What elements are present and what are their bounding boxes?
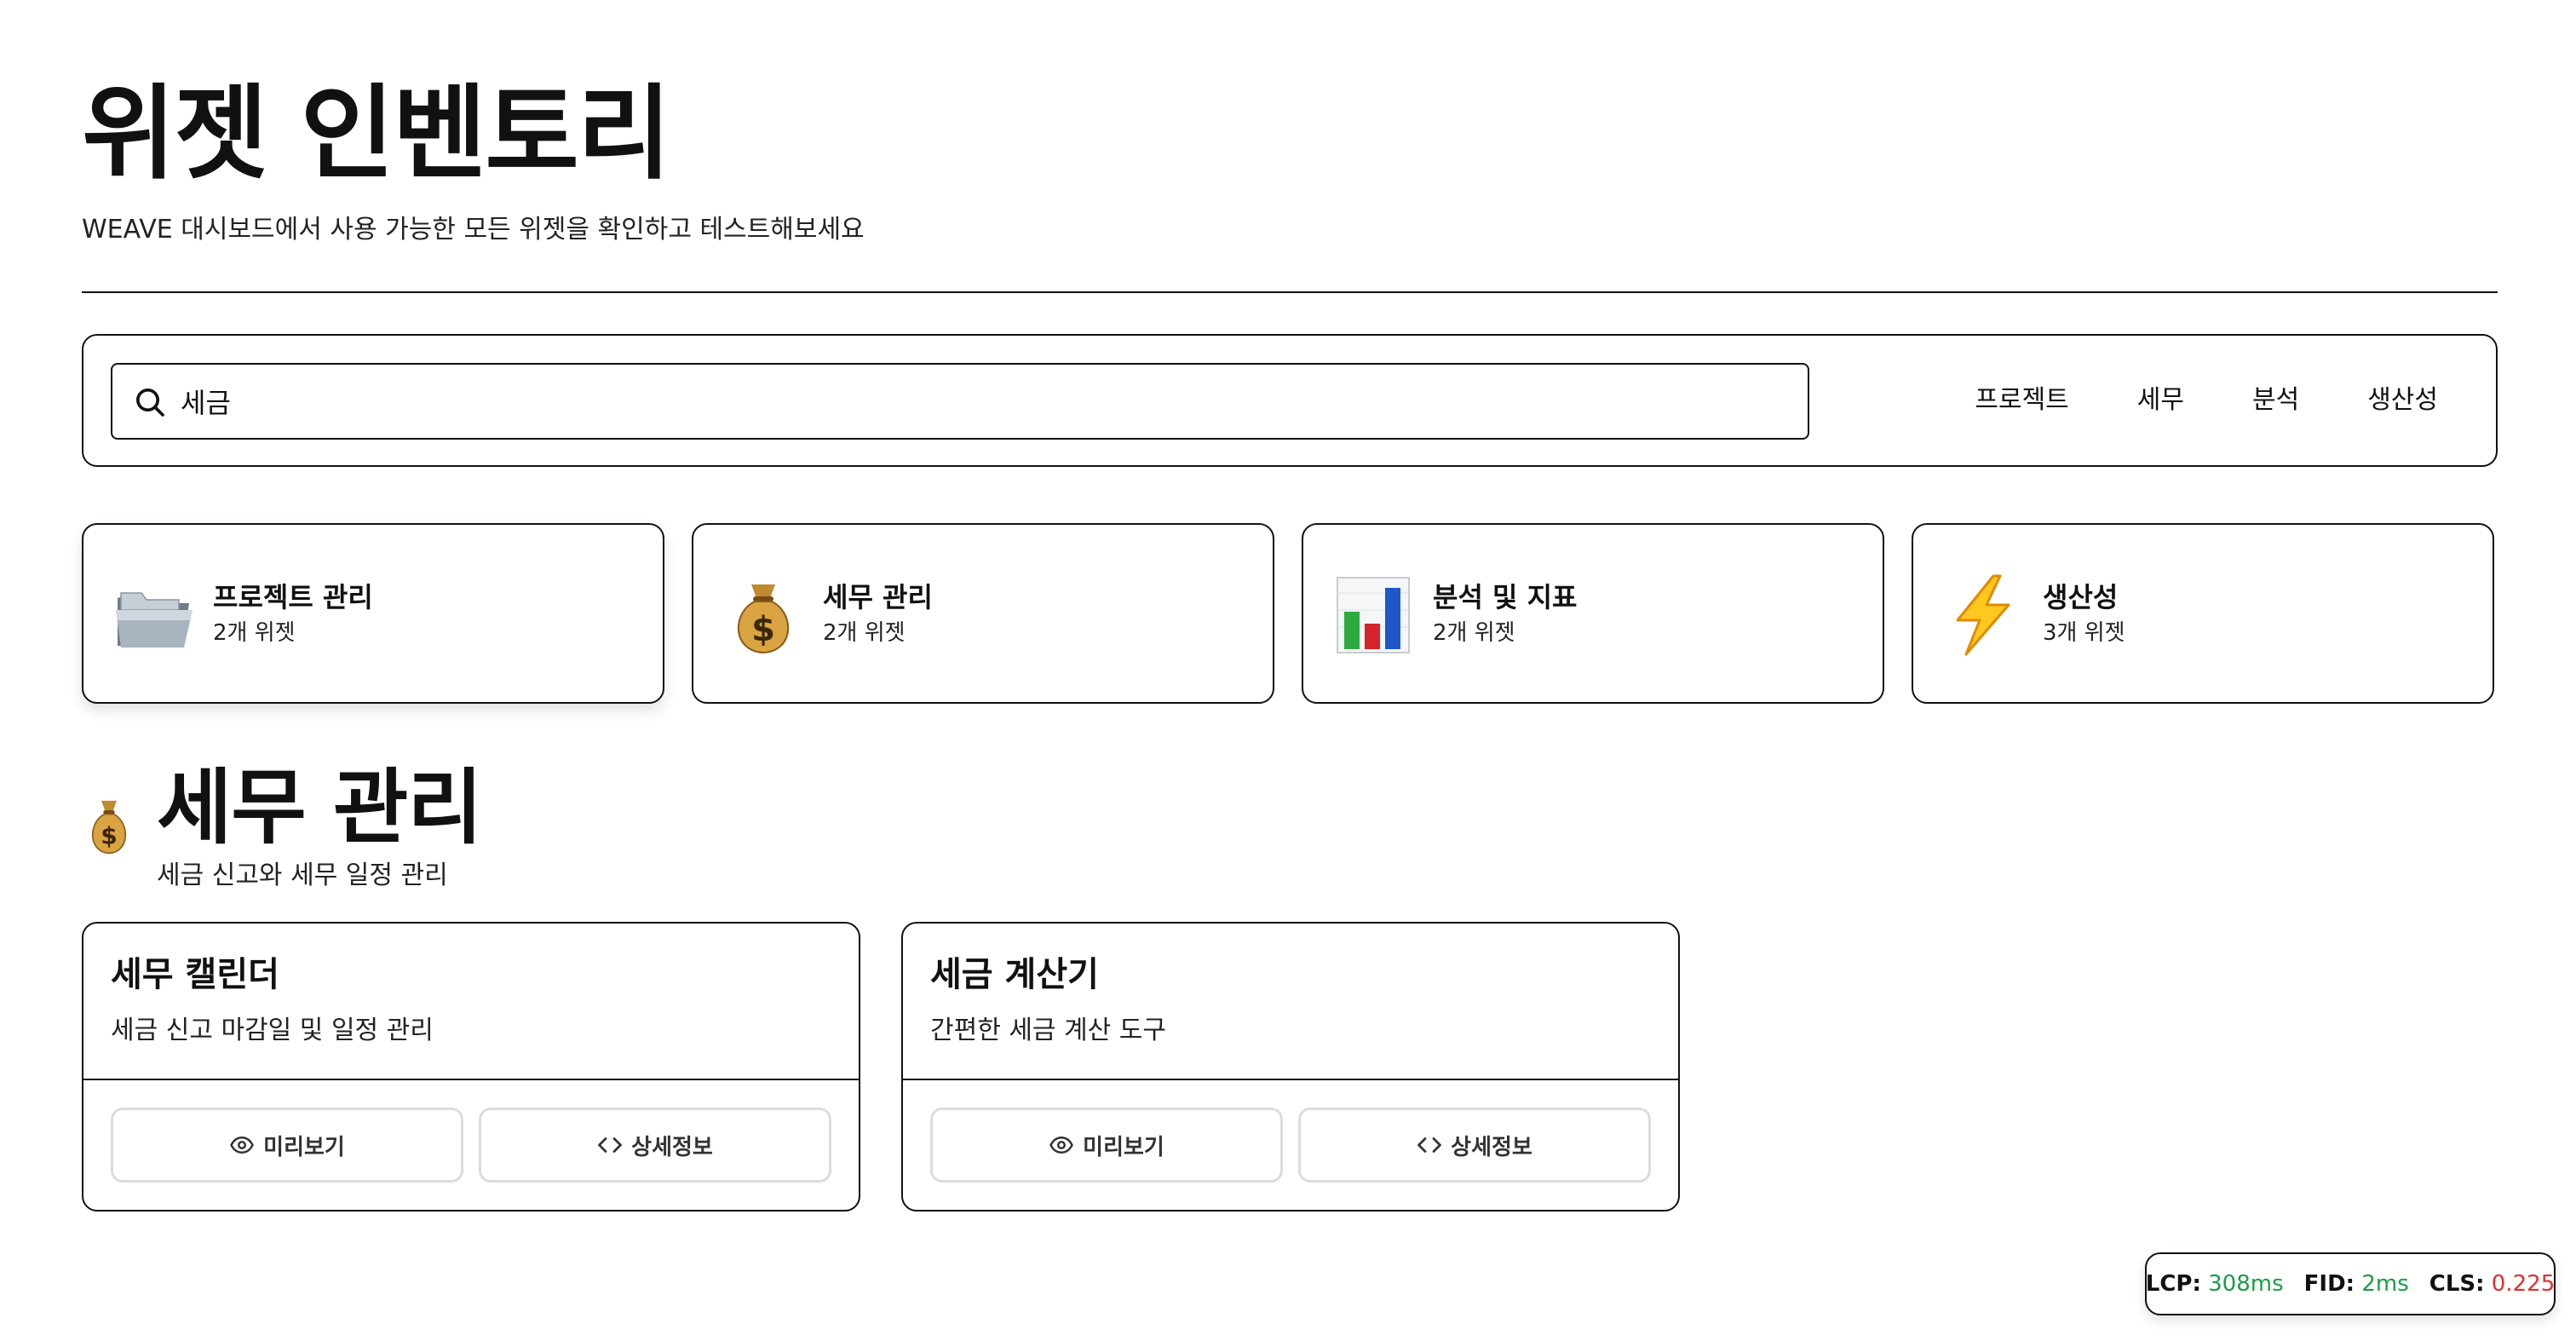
filter-tab-analytics[interactable]: 분석 [2218,370,2333,431]
widget-description: 간편한 세금 계산 도구 [930,1016,1167,1045]
fid-label: FID: [2303,1271,2355,1297]
page-subtitle: WEAVE 대시보드에서 사용 가능한 모든 위젯을 확인하고 테스트해보세요 [82,215,865,245]
search-icon [136,388,164,417]
category-name: 분석 및 지표 [1433,581,1578,613]
svg-text:$: $ [751,610,775,649]
cls-metric: CLS: 0.225 [2429,1271,2555,1297]
eye-icon [1049,1136,1074,1154]
filter-tab-project[interactable]: 프로젝트 [1941,370,2102,431]
cls-value: 0.225 [2491,1271,2556,1297]
preview-button[interactable]: 미리보기 [930,1108,1283,1183]
category-name: 프로젝트 관리 [213,581,373,613]
widget-title: 세금 계산기 [930,955,1099,994]
lcp-metric: LCP: 308ms [2146,1271,2284,1297]
filter-tab-tax[interactable]: 세무 [2103,370,2218,431]
preview-button[interactable]: 미리보기 [111,1108,463,1183]
money-bag-icon: $ [737,584,790,654]
page: 위젯 인벤토리 WEAVE 대시보드에서 사용 가능한 모든 위젯을 확인하고 … [0,0,2576,1341]
widget-card-tax-calendar: 세무 캘린더 세금 신고 마감일 및 일정 관리 미리보기 상세정보 [82,922,860,1212]
category-count: 2개 위젯 [1433,620,1515,646]
eye-icon [230,1136,255,1154]
lcp-label: LCP: [2145,1271,2201,1297]
filter-tab-productivity[interactable]: 생산성 [2333,370,2453,431]
folder-icon [116,592,193,647]
page-title: 위젯 인벤토리 [82,75,671,193]
details-button[interactable]: 상세정보 [1298,1108,1651,1183]
bar-chart-icon [1337,577,1410,653]
search-input[interactable] [181,377,1782,426]
search-panel: 프로젝트 세무 분석 생산성 [82,334,2498,467]
category-count: 2개 위젯 [823,620,906,646]
category-count: 3개 위젯 [2043,620,2125,646]
preview-button-label: 미리보기 [263,1134,345,1160]
money-bag-icon: $ [91,800,127,855]
widget-card-tax-calculator: 세금 계산기 간편한 세금 계산 도구 미리보기 상세정보 [901,922,1680,1212]
header-divider [82,291,2498,293]
preview-button-label: 미리보기 [1083,1134,1164,1160]
performance-metrics-badge: LCP: 308ms FID: 2ms CLS: 0.225 [2145,1252,2556,1315]
section-subtitle: 세금 신고와 세무 일정 관리 [157,860,448,890]
svg-text:$: $ [101,821,117,849]
widget-divider [83,1079,859,1080]
category-card-tax[interactable]: $ 세무 관리 2개 위젯 [692,523,1274,704]
cls-label: CLS: [2429,1271,2485,1297]
widget-divider [903,1079,1678,1080]
code-icon [598,1137,623,1153]
fid-metric: FID: 2ms [2304,1271,2409,1297]
details-button-label: 상세정보 [631,1134,713,1160]
lcp-value: 308ms [2208,1271,2284,1297]
category-name: 세무 관리 [823,581,933,613]
category-card-productivity[interactable]: 생산성 3개 위젯 [1912,523,2494,704]
search-box[interactable] [111,363,1809,440]
widget-description: 세금 신고 마감일 및 일정 관리 [111,1016,434,1045]
category-name: 생산성 [2043,581,2119,613]
category-card-analytics[interactable]: 분석 및 지표 2개 위젯 [1302,523,1884,704]
details-button-label: 상세정보 [1451,1134,1532,1160]
lightning-icon [1956,574,2010,656]
widget-title: 세무 캘린더 [111,955,279,994]
code-icon [1417,1137,1442,1153]
category-count: 2개 위젯 [213,620,296,646]
category-card-project[interactable]: 프로젝트 관리 2개 위젯 [82,523,664,704]
category-filter-tabs: 프로젝트 세무 분석 생산성 [1941,370,2453,431]
details-button[interactable]: 상세정보 [479,1108,831,1183]
section-title: 세무 관리 [157,760,483,855]
fid-value: 2ms [2361,1271,2409,1297]
